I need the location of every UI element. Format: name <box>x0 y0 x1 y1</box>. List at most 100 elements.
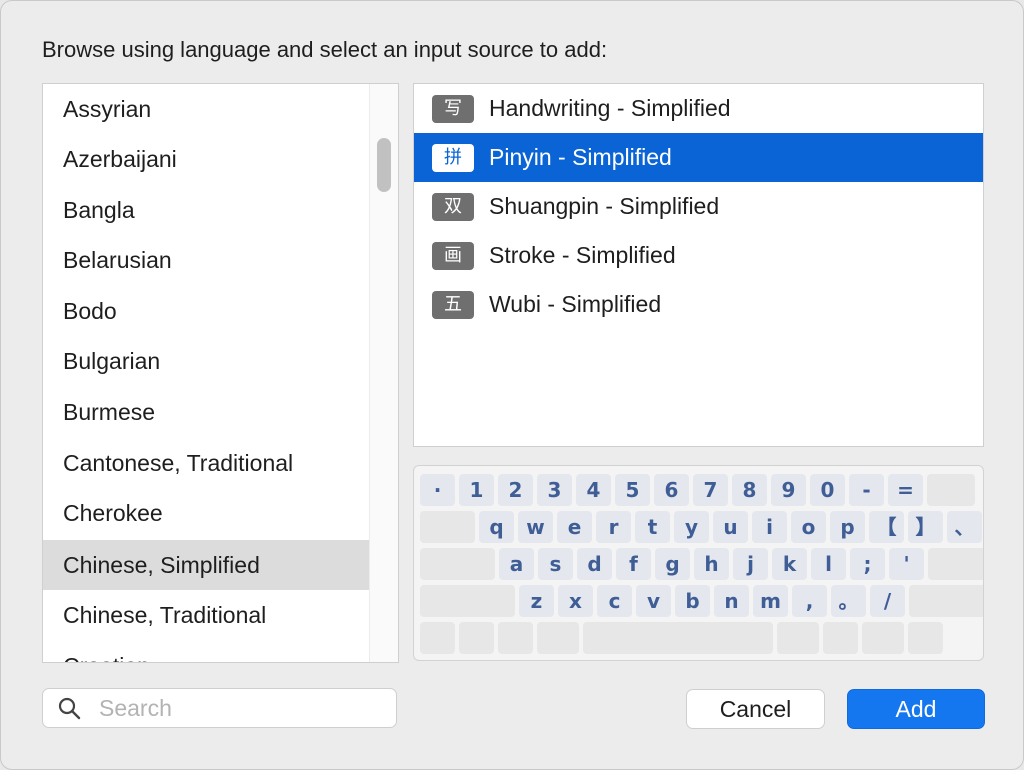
keyboard-modifier-key <box>862 622 904 654</box>
language-item[interactable]: Chinese, Traditional <box>43 590 369 640</box>
language-item[interactable]: Croatian <box>43 641 369 662</box>
language-list[interactable]: Assyrian Azerbaijani Bangla Belarusian B… <box>42 83 399 663</box>
language-item[interactable]: Cherokee <box>43 488 369 538</box>
add-input-source-dialog: Browse using language and select an inpu… <box>0 0 1024 770</box>
keyboard-modifier-key <box>537 622 579 654</box>
keyboard-modifier-key <box>459 622 494 654</box>
keyboard-key: b <box>675 585 710 617</box>
keyboard-key: f <box>616 548 651 580</box>
keyboard-key: l <box>811 548 846 580</box>
keyboard-key: o <box>791 511 826 543</box>
keyboard-key: 。 <box>831 585 866 617</box>
keyboard-key: z <box>519 585 554 617</box>
keyboard-key: ' <box>889 548 924 580</box>
input-source-label: Stroke - Simplified <box>489 242 676 268</box>
input-source-item-selected[interactable]: 拼 Pinyin - Simplified <box>414 133 983 182</box>
language-item[interactable]: Burmese <box>43 387 369 437</box>
keyboard-modifier-key <box>420 511 475 543</box>
keyboard-key: · <box>420 474 455 506</box>
keyboard-modifier-key <box>583 622 773 654</box>
keyboard-key: 4 <box>576 474 611 506</box>
keyboard-key: a <box>499 548 534 580</box>
keyboard-key: 【 <box>869 511 904 543</box>
keyboard-key: 3 <box>537 474 572 506</box>
keyboard-key: q <box>479 511 514 543</box>
language-item[interactable]: Azerbaijani <box>43 134 369 184</box>
shuangpin-icon: 双 <box>432 192 474 221</box>
keyboard-key: 0 <box>810 474 845 506</box>
keyboard-key: 1 <box>459 474 494 506</box>
keyboard-modifier-key <box>928 548 983 580</box>
keyboard-key: 、 <box>947 511 982 543</box>
keyboard-key: x <box>558 585 593 617</box>
keyboard-key: 6 <box>654 474 689 506</box>
wubi-icon: 五 <box>432 290 474 319</box>
keyboard-modifier-key <box>927 474 975 506</box>
keyboard-row: z x c v b n m,。 / <box>420 585 983 617</box>
keyboard-row: · 1 2 3 4 5 6 7 8 9 0- = <box>420 474 975 506</box>
keyboard-key: w <box>518 511 553 543</box>
keyboard-key: e <box>557 511 592 543</box>
keyboard-modifier-key <box>823 622 858 654</box>
keyboard-key: k <box>772 548 807 580</box>
keyboard-key: v <box>636 585 671 617</box>
keyboard-modifier-key <box>909 585 983 617</box>
add-button[interactable]: Add <box>847 689 985 729</box>
input-source-item[interactable]: 双 Shuangpin - Simplified <box>414 182 983 231</box>
input-source-label: Pinyin - Simplified <box>489 144 672 170</box>
keyboard-key: d <box>577 548 612 580</box>
keyboard-key: ; <box>850 548 885 580</box>
keyboard-key: n <box>714 585 749 617</box>
keyboard-key: = <box>888 474 923 506</box>
keyboard-modifier-key <box>498 622 533 654</box>
keyboard-key: i <box>752 511 787 543</box>
input-source-label: Shuangpin - Simplified <box>489 193 720 219</box>
language-item[interactable]: Bangla <box>43 185 369 235</box>
search-field[interactable] <box>42 688 397 728</box>
input-source-list[interactable]: 写 Handwriting - Simplified 拼 Pinyin - Si… <box>413 83 984 447</box>
dialog-prompt: Browse using language and select an inpu… <box>42 37 608 62</box>
keyboard-modifier-key <box>908 622 943 654</box>
keyboard-row: q w e r t y u i o p 【】、 <box>420 511 982 543</box>
search-icon <box>58 697 81 720</box>
input-source-label: Handwriting - Simplified <box>489 95 731 121</box>
keyboard-key: y <box>674 511 709 543</box>
keyboard-modifier-key <box>420 622 455 654</box>
language-scrollbar[interactable] <box>369 84 398 662</box>
search-input[interactable] <box>97 693 381 723</box>
pinyin-icon: 拼 <box>432 143 474 172</box>
input-source-label: Wubi - Simplified <box>489 291 662 317</box>
language-item[interactable]: Bulgarian <box>43 336 369 386</box>
language-item-selected[interactable]: Chinese, Simplified <box>43 540 369 590</box>
keyboard-key: m <box>753 585 788 617</box>
keyboard-key: 2 <box>498 474 533 506</box>
keyboard-key: 5 <box>615 474 650 506</box>
keyboard-key: g <box>655 548 690 580</box>
language-item[interactable]: Cantonese, Traditional <box>43 438 369 488</box>
language-item[interactable]: Belarusian <box>43 235 369 285</box>
keyboard-row <box>420 622 943 654</box>
keyboard-key: 7 <box>693 474 728 506</box>
language-item[interactable]: Bodo <box>43 286 369 336</box>
keyboard-key: 8 <box>732 474 767 506</box>
keyboard-key: t <box>635 511 670 543</box>
language-item[interactable]: Assyrian <box>43 84 369 134</box>
keyboard-preview: · 1 2 3 4 5 6 7 8 9 0- = q w e r t y u i o p 【】、 a s d f g h j k l; ' … <box>413 465 984 661</box>
keyboard-key: c <box>597 585 632 617</box>
keyboard-key: 】 <box>908 511 943 543</box>
input-source-item[interactable]: 写 Handwriting - Simplified <box>414 84 983 133</box>
input-source-item[interactable]: 五 Wubi - Simplified <box>414 280 983 329</box>
keyboard-modifier-key <box>777 622 819 654</box>
keyboard-key: j <box>733 548 768 580</box>
keyboard-key: - <box>849 474 884 506</box>
keyboard-key: 9 <box>771 474 806 506</box>
cancel-button[interactable]: Cancel <box>686 689 825 729</box>
keyboard-key: u <box>713 511 748 543</box>
scrollbar-thumb[interactable] <box>377 138 391 192</box>
keyboard-key: h <box>694 548 729 580</box>
input-source-item[interactable]: 画 Stroke - Simplified <box>414 231 983 280</box>
keyboard-key: p <box>830 511 865 543</box>
keyboard-row: a s d f g h j k l; ' <box>420 548 983 580</box>
keyboard-key: s <box>538 548 573 580</box>
keyboard-key: / <box>870 585 905 617</box>
